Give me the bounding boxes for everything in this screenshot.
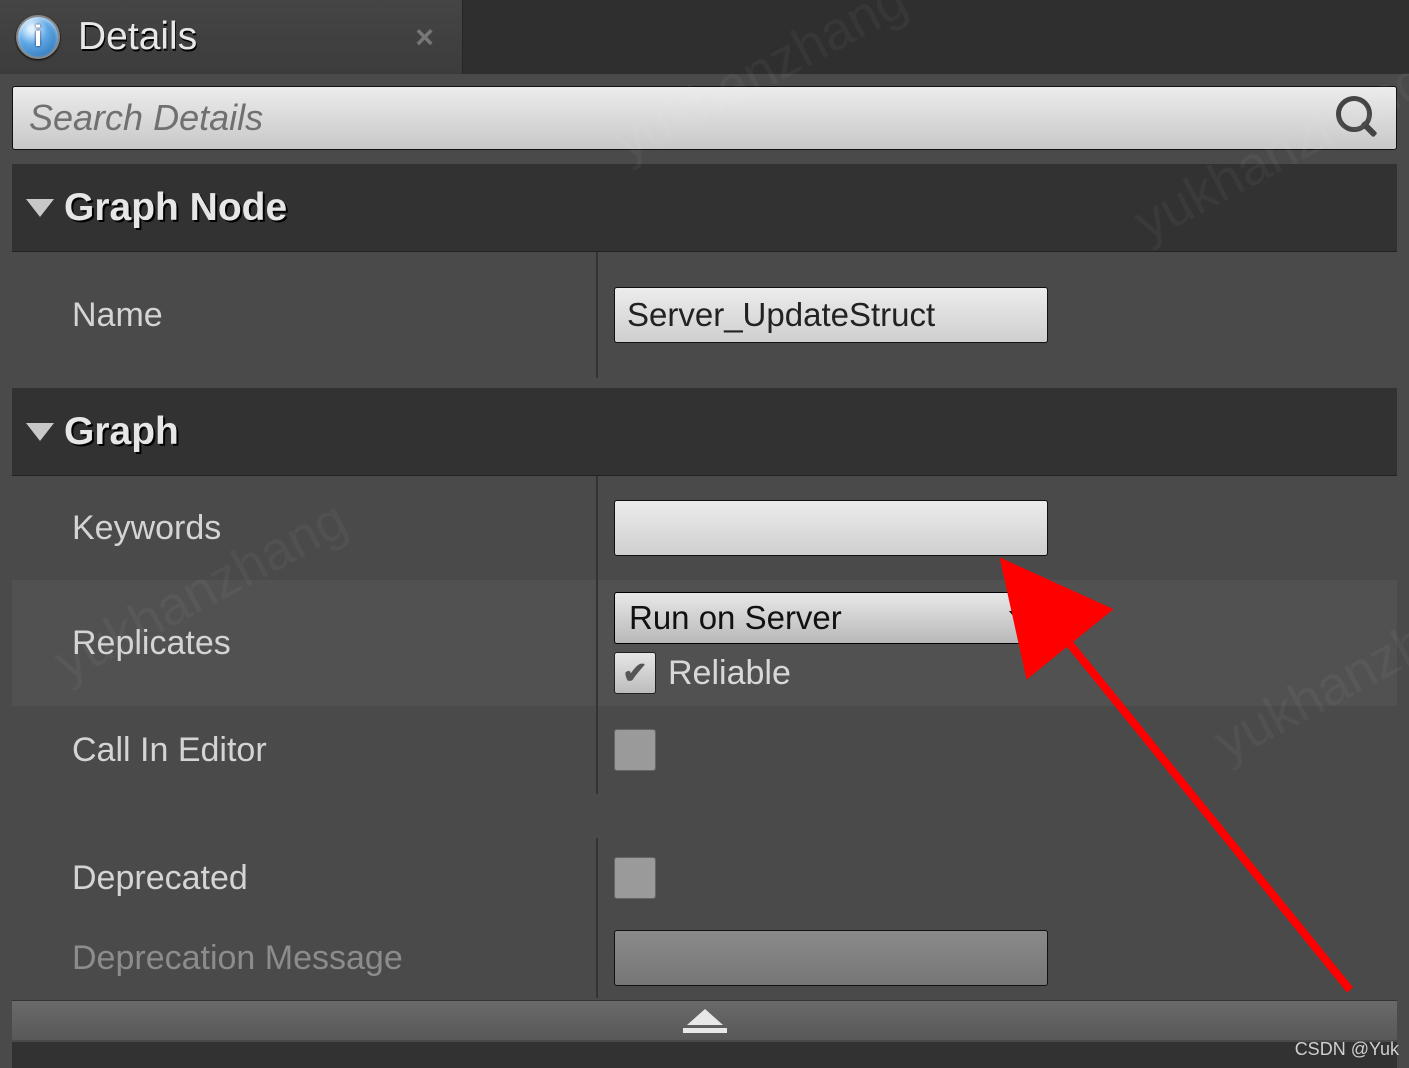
reliable-row: Reliable [614,652,791,694]
advanced-expand-toggle[interactable] [12,1000,1397,1040]
replicates-dropdown[interactable]: Run on Server [614,592,1048,644]
label-keywords: Keywords [72,509,221,548]
row-replicates: Replicates Run on Server Reliable [12,580,1397,706]
chevron-down-icon [26,199,54,217]
row-deprecation-message: Deprecation Message [12,918,1397,998]
reliable-checkbox[interactable] [614,652,656,694]
section-graph-node-header[interactable]: Graph Node [12,164,1397,252]
row-call-in-editor: Call In Editor [12,706,1397,794]
section-next-header[interactable]: X [12,1042,1397,1068]
search-input[interactable] [29,97,1336,139]
deprecated-checkbox[interactable] [614,857,656,899]
details-body: Graph Node Name Graph Keywords Replicate… [0,164,1409,1068]
label-deprecated: Deprecated [72,859,248,898]
search-wrap [0,74,1409,162]
label-replicates: Replicates [72,624,231,663]
info-icon: i [16,15,60,59]
replicates-value: Run on Server [629,599,842,637]
tab-title: Details [78,15,197,59]
row-name: Name [12,252,1397,378]
details-tab[interactable]: i Details × [0,0,463,74]
row-deprecated: Deprecated [12,838,1397,918]
attribution-text: CSDN @Yuk [1295,1039,1399,1060]
section-graph-header[interactable]: Graph [12,388,1397,476]
section-title: Graph [64,410,179,454]
label-call-in-editor: Call In Editor [72,731,267,770]
name-input[interactable] [614,287,1048,343]
search-icon[interactable] [1336,96,1380,140]
chevron-down-icon [26,423,54,441]
tab-bar: i Details × [0,0,1409,74]
keywords-input[interactable] [614,500,1048,556]
section-title: Graph Node [64,186,287,230]
row-keywords: Keywords [12,476,1397,580]
deprecation-message-input [614,930,1048,986]
label-deprecation-message: Deprecation Message [72,939,403,978]
chevron-up-icon [687,1009,723,1025]
row-spacer [12,794,1397,838]
search-row [12,86,1397,150]
chevron-down-icon [1009,611,1033,625]
reliable-label: Reliable [668,654,791,693]
label-name: Name [72,296,163,335]
close-icon[interactable]: × [415,19,434,56]
call-in-editor-checkbox[interactable] [614,729,656,771]
